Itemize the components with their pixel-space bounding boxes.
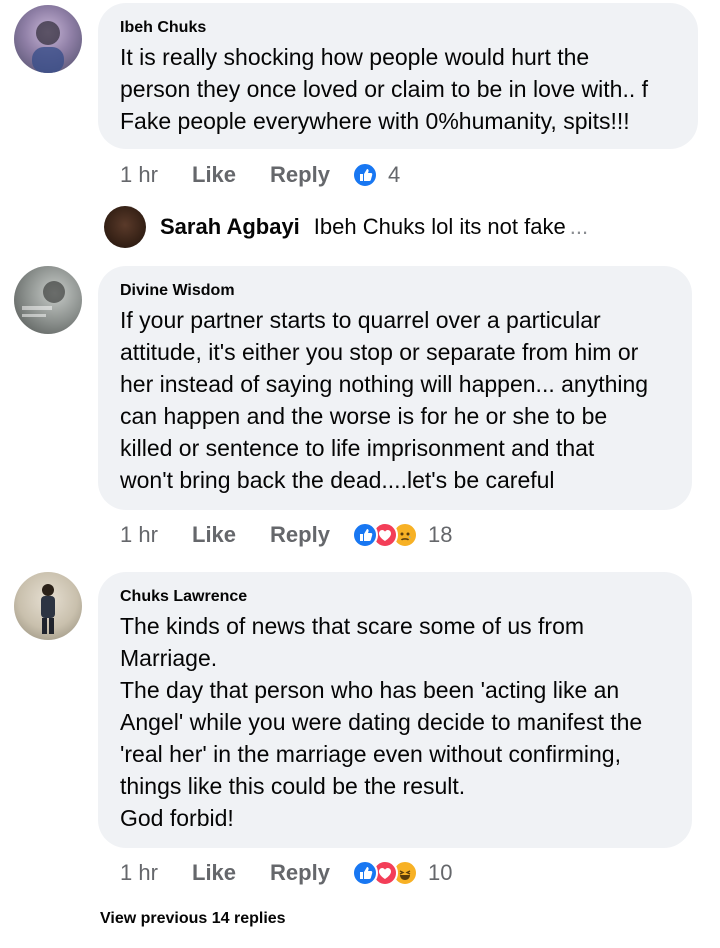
like-button[interactable]: Like xyxy=(192,860,236,886)
reply-author[interactable]: Sarah Agbayi xyxy=(160,214,300,240)
reaction-count: 18 xyxy=(427,522,453,547)
avatar[interactable] xyxy=(14,266,82,334)
comment-text: It is really shocking how people would h… xyxy=(120,44,649,134)
comment-author[interactable]: Ibeh Chuks xyxy=(120,19,676,37)
like-button[interactable]: Like xyxy=(192,522,236,548)
reply-button[interactable]: Reply xyxy=(270,522,330,548)
reactions-summary[interactable]: 10 xyxy=(351,860,453,886)
reaction-count: 4 xyxy=(387,162,401,187)
comment-bubble: Ibeh Chuks It is really shocking how peo… xyxy=(98,3,698,149)
comment-bubble: Chuks Lawrence The kinds of news that sc… xyxy=(98,572,692,848)
comment-author[interactable]: Divine Wisdom xyxy=(120,282,670,300)
like-icon xyxy=(351,162,378,188)
reactions-summary[interactable]: 18 xyxy=(351,522,453,548)
avatar[interactable] xyxy=(14,5,82,73)
like-icon xyxy=(351,522,378,548)
like-icon xyxy=(351,860,378,886)
reactions-summary[interactable]: 4 xyxy=(351,162,401,188)
comment-timestamp[interactable]: 1 hr xyxy=(120,522,192,548)
comment-actions: 1 hr Like Reply 4 xyxy=(120,160,400,190)
comment-timestamp[interactable]: 1 hr xyxy=(120,162,192,188)
comment-actions: 1 hr Like Reply 18 xyxy=(120,520,452,550)
avatar[interactable] xyxy=(14,572,82,640)
reply-text: Ibeh Chuks lol its not fake xyxy=(313,214,566,239)
reply-preview[interactable]: Sarah Agbayi Ibeh Chuks lol its not fake… xyxy=(104,205,588,249)
like-button[interactable]: Like xyxy=(192,162,236,188)
comment-bubble: Divine Wisdom If your partner starts to … xyxy=(98,266,692,510)
comment-text: If your partner starts to quarrel over a… xyxy=(120,307,649,493)
reply-button[interactable]: Reply xyxy=(270,162,330,188)
avatar[interactable] xyxy=(104,206,146,248)
reaction-count: 10 xyxy=(427,860,453,885)
reply-more[interactable]: ... xyxy=(570,214,588,240)
comment-text: The kinds of news that scare some of us … xyxy=(120,613,643,831)
reply-button[interactable]: Reply xyxy=(270,860,330,886)
comment-timestamp[interactable]: 1 hr xyxy=(120,860,192,886)
comment-actions: 1 hr Like Reply 10 xyxy=(120,858,452,888)
view-previous-replies-link[interactable]: View previous 14 replies xyxy=(100,910,286,928)
comment-author[interactable]: Chuks Lawrence xyxy=(120,588,670,606)
